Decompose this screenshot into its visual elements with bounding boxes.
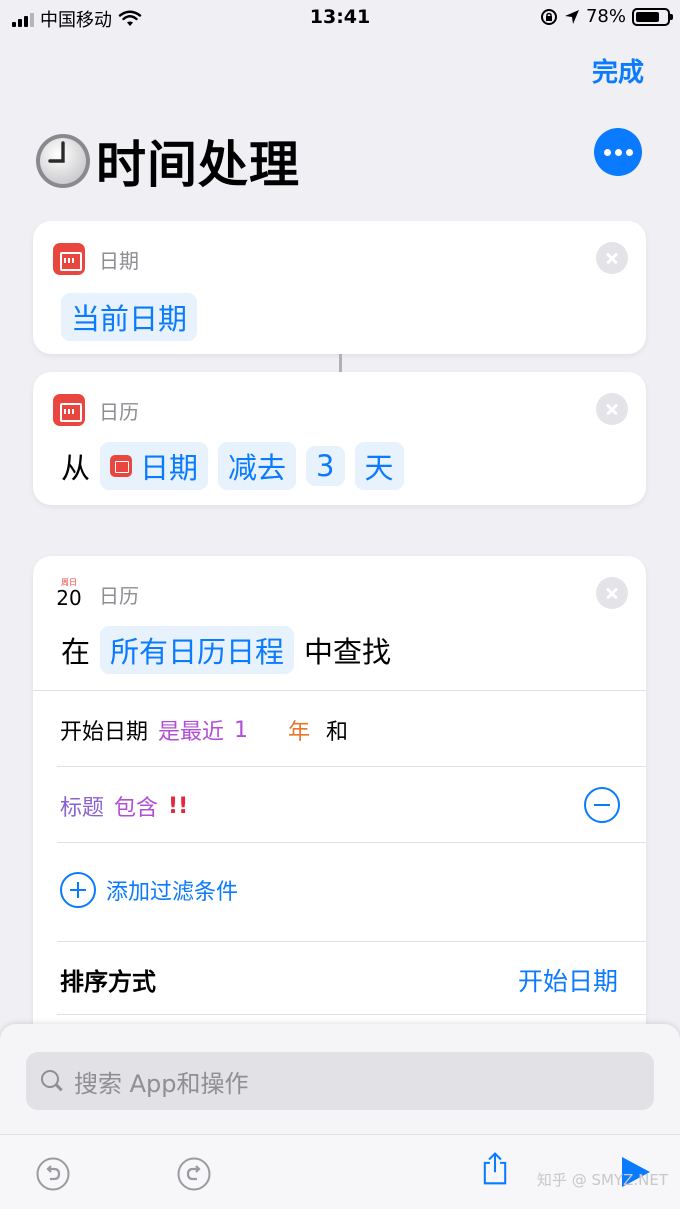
action-card-calendar-adjust[interactable]: 日历 从 日期 减去 3 天	[33, 372, 646, 505]
filter-row-title[interactable]: 标题 包含 !!	[60, 790, 188, 822]
redo-icon[interactable]	[177, 1157, 211, 1191]
amount-token[interactable]: 3	[306, 446, 345, 486]
divider	[57, 1014, 646, 1015]
from-label: 从	[61, 451, 91, 485]
orientation-lock-icon	[540, 8, 557, 25]
share-icon[interactable]	[478, 1151, 512, 1185]
remove-filter-button[interactable]	[584, 787, 620, 823]
search-input[interactable]: 搜索 App和操作	[26, 1052, 654, 1110]
calendar-icon	[110, 455, 133, 477]
dot-icon	[625, 148, 633, 156]
sort-label: 排序方式	[60, 968, 156, 996]
page-title: 时间处理	[96, 136, 300, 194]
filter-unit[interactable]: 年	[288, 714, 310, 746]
clock-icon	[36, 134, 90, 188]
date-variable-token[interactable]: 日期	[100, 442, 209, 490]
divider	[33, 690, 646, 691]
action-card-date[interactable]: 日期 当前日期	[33, 221, 646, 354]
location-arrow-icon	[564, 9, 579, 24]
remove-action-button[interactable]	[596, 242, 628, 274]
action-connector	[339, 354, 342, 372]
find-label: 中查找	[304, 635, 392, 669]
carrier-label: 中国移动	[40, 10, 112, 31]
battery-percent: 78%	[585, 6, 626, 27]
search-placeholder: 搜索 App和操作	[74, 1069, 249, 1098]
watermark-text: 知乎 @ SMYZ.NET	[536, 1171, 668, 1189]
divider	[57, 766, 646, 767]
filter-row-start-date[interactable]: 开始日期 是最近 1 年 和	[60, 714, 348, 746]
remove-action-button[interactable]	[596, 577, 628, 609]
undo-icon[interactable]	[36, 1157, 70, 1191]
filter-operator[interactable]: 是最近	[158, 714, 224, 746]
divider	[57, 842, 646, 843]
add-filter-label: 添加过滤条件	[106, 880, 239, 905]
date-variable-label: 日期	[140, 451, 199, 485]
sort-value-button[interactable]: 开始日期	[518, 962, 618, 998]
filter-key[interactable]: 标题	[60, 790, 104, 822]
add-filter-button[interactable]: 添加过滤条件	[60, 872, 238, 908]
add-icon	[60, 872, 96, 908]
calendar-date-icon: 周日 20	[56, 578, 82, 610]
filter-value[interactable]: 1	[234, 718, 248, 743]
dot-icon	[614, 148, 622, 156]
remove-action-button[interactable]	[596, 393, 628, 425]
filter-conjunction[interactable]: 和	[326, 714, 348, 746]
dot-icon	[603, 148, 611, 156]
action-label: 日历	[99, 399, 139, 424]
done-button[interactable]: 完成	[592, 52, 644, 89]
status-bar: 中国移动 13:41 78%	[0, 0, 680, 36]
cellular-signal-icon	[12, 11, 34, 27]
divider	[57, 941, 646, 942]
action-card-find-events[interactable]: 周日 20 日历 在 所有日历日程 中查找 开始日期 是最近 1 年 和 标题 …	[33, 556, 646, 1076]
action-label: 日历	[99, 583, 139, 608]
unit-token[interactable]: 天	[354, 442, 404, 490]
operation-token[interactable]: 减去	[218, 442, 297, 490]
action-search-sheet[interactable]: 搜索 App和操作 知乎 @ SMYZ.NET	[0, 1024, 680, 1209]
shortcut-title[interactable]: 时间处理	[34, 125, 300, 197]
bottom-toolbar: 知乎 @ SMYZ.NET	[0, 1134, 680, 1209]
current-date-token[interactable]: 当前日期	[61, 293, 198, 341]
search-icon	[40, 1069, 64, 1093]
action-label: 日期	[99, 248, 139, 273]
filter-key[interactable]: 开始日期	[60, 714, 148, 746]
all-calendar-events-token[interactable]: 所有日历日程	[100, 626, 295, 674]
calendar-icon	[53, 394, 85, 426]
wifi-icon	[118, 10, 142, 26]
filter-value[interactable]: !!	[168, 794, 188, 819]
more-options-button[interactable]	[594, 128, 642, 176]
in-label: 在	[61, 635, 91, 669]
battery-icon	[632, 7, 673, 26]
filter-operator[interactable]: 包含	[114, 790, 158, 822]
calendar-icon	[53, 243, 85, 275]
